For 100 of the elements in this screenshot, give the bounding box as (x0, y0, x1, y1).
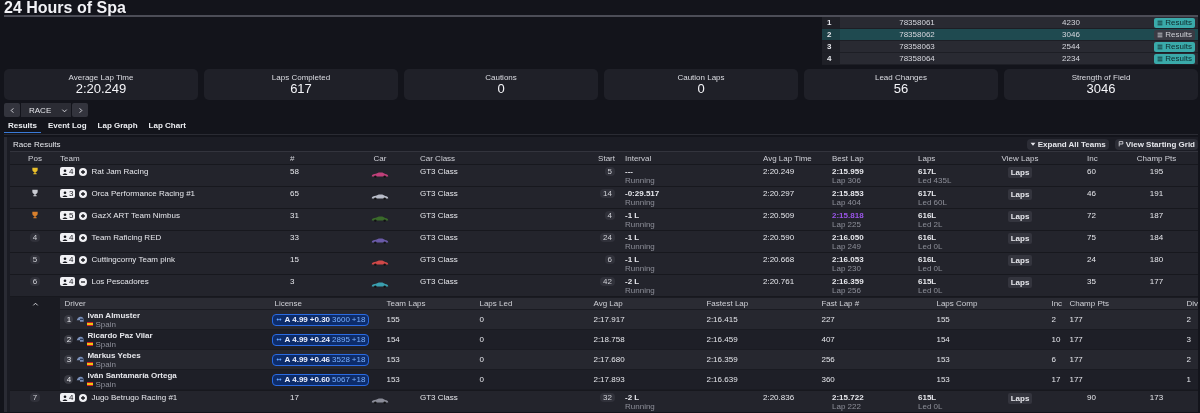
champ-points: 177 (1069, 335, 1083, 344)
driver-name[interactable]: Markus Yebes (87, 350, 141, 360)
laps-button[interactable]: Laps (1007, 167, 1033, 178)
column-header: Champ Pts (1135, 153, 1178, 163)
driver-count: 5 (69, 211, 74, 220)
person-icon (62, 212, 68, 219)
best-lap-number: Lap 249 (832, 242, 861, 251)
person-icon (62, 256, 68, 263)
laps-led: Led 0L (918, 286, 943, 295)
license-icon (276, 337, 283, 342)
list-icon (1157, 55, 1164, 62)
driver-count: 4 (69, 167, 74, 176)
champ-points: 191 (1149, 189, 1164, 198)
car-number: 31 (290, 211, 299, 220)
subsession-row[interactable]: 2 78358062 3046 Results (822, 29, 1198, 41)
start-position-badge: 6 (604, 255, 615, 264)
fastest-lap: 2:16.415 (706, 315, 738, 324)
license-class: A (284, 335, 291, 344)
driver-name[interactable]: Ricardo Paz Vilar (87, 330, 153, 340)
avg-lap-time: 2:18.758 (593, 335, 625, 344)
champ-points: 195 (1149, 167, 1164, 176)
tab[interactable]: Event Log (43, 119, 91, 133)
subsession-row[interactable]: 4 78358064 2234 Results (822, 53, 1198, 65)
laps-led: Led 60L (918, 198, 947, 207)
safety-rating-change: +0.46 (309, 355, 331, 364)
team-laps: 154 (386, 335, 400, 344)
subsession-index: 1 (822, 17, 840, 28)
collapse-button[interactable] (30, 300, 40, 309)
laps-count: 617L (918, 189, 937, 198)
laps-count: 616L (918, 211, 937, 220)
session-select[interactable]: RACE (21, 103, 71, 117)
status-text: Running (625, 286, 655, 295)
position-badge: 5 (29, 255, 41, 264)
chevron-down-icon (61, 106, 68, 114)
irating: 5067 (332, 375, 350, 384)
position-badge: 7 (29, 393, 41, 402)
laps-led: Led 2L (918, 220, 943, 229)
country: Spain (95, 319, 116, 329)
driver-name[interactable]: Iván Santamaría Ortega (87, 370, 177, 380)
next-button[interactable] (72, 103, 88, 117)
stat-value: 56 (893, 82, 909, 96)
laps-button[interactable]: Laps (1007, 233, 1033, 244)
column-header: Champ Pts (1068, 299, 1110, 308)
laps-button[interactable]: Laps (1007, 393, 1033, 404)
tab[interactable]: Lap Graph (93, 119, 142, 133)
results-button[interactable]: Results (1154, 53, 1195, 64)
column-header: View Laps (1000, 153, 1040, 163)
team-name[interactable]: Los Pescadores (91, 277, 149, 286)
interval: -1 L (625, 233, 640, 242)
best-lap-time: 2:16.359 (832, 277, 864, 286)
team-name[interactable]: Jugo Betrugo Racing #1 (91, 393, 178, 402)
laps-button[interactable]: Laps (1007, 211, 1033, 222)
interval: -2 L (625, 277, 640, 286)
laps-button[interactable]: Laps (1007, 189, 1033, 200)
team-name[interactable]: Orca Performance Racing #1 (91, 189, 196, 198)
results-button[interactable]: Results (1154, 17, 1195, 28)
car-number: 33 (290, 233, 299, 242)
subsession-row[interactable]: 1 78358061 4230 Results (822, 17, 1198, 29)
tab[interactable]: Lap Chart (144, 119, 190, 133)
strength-of-field: 2544 (994, 42, 1148, 51)
laps-button[interactable]: Laps (1007, 277, 1033, 288)
toolbar-button[interactable]: View Starting Grid (1114, 138, 1198, 150)
expand-toggle[interactable] (79, 277, 88, 286)
division: 1 (1186, 375, 1191, 384)
team-name[interactable]: Rat Jam Racing (91, 167, 149, 176)
best-lap-number: Lap 256 (832, 286, 861, 295)
laps-count: 616L (918, 233, 937, 242)
best-lap-number: Lap 230 (832, 264, 861, 273)
previous-button[interactable] (4, 103, 20, 117)
team-name[interactable]: Team Raficing RED (91, 233, 162, 242)
column-header: Laps Comp (935, 299, 979, 308)
helmet-icon (76, 315, 85, 324)
stat-value: 3046 (1086, 82, 1116, 96)
division: 3 (1186, 335, 1191, 344)
stat-label: Lead Changes (874, 73, 927, 82)
start-position-badge: 5 (604, 167, 615, 176)
stat-label: Laps Completed (271, 73, 331, 82)
incidents: 6 (1051, 355, 1056, 364)
person-icon (62, 168, 68, 175)
avg-lap-time: 2:20.509 (763, 211, 795, 220)
results-button[interactable]: Results (1154, 41, 1195, 52)
stat-value: 617 (290, 82, 312, 96)
results-button[interactable]: Results (1154, 29, 1195, 40)
best-lap-time: 2:15.818 (832, 211, 864, 220)
avg-lap-time: 2:17.680 (593, 355, 625, 364)
team-name[interactable]: Cuttingcorny Team pink (91, 255, 175, 264)
country: Spain (95, 339, 116, 349)
champ-points: 173 (1149, 393, 1164, 402)
team-name[interactable]: GazX ART Team Nimbus (91, 211, 180, 220)
irating: 3600 (332, 315, 350, 324)
driver-name[interactable]: Ivan Almuster (87, 310, 141, 320)
interval: -2 L (625, 393, 640, 402)
laps-button[interactable]: Laps (1007, 255, 1033, 266)
best-lap-time: 2:15.853 (832, 189, 864, 198)
tab[interactable]: Results (4, 119, 41, 133)
start-position-badge: 42 (600, 277, 615, 286)
toolbar-button[interactable]: Expand All Teams (1026, 138, 1109, 150)
division: 2 (1186, 315, 1191, 324)
person-icon (62, 234, 68, 241)
subsession-row[interactable]: 3 78358063 2544 Results (822, 41, 1198, 53)
